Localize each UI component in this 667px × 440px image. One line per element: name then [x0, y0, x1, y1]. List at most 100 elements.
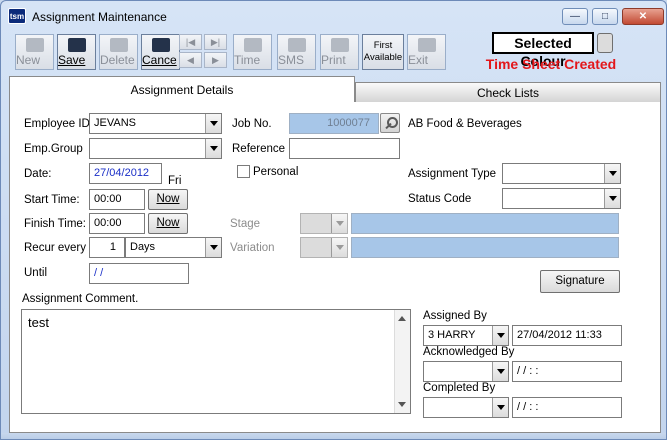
close-button[interactable]: ✕	[622, 8, 664, 25]
comment-label: Assignment Comment.	[22, 293, 139, 305]
start-now-button[interactable]: Now	[148, 189, 188, 210]
status-code-label: Status Code	[408, 193, 472, 205]
stage-dropdown[interactable]	[300, 213, 348, 234]
chevron-down-icon[interactable]	[205, 139, 221, 158]
next-record-icon[interactable]: ▶	[204, 52, 227, 68]
employee-id-label: Employee ID:	[24, 118, 94, 130]
record-navigation: |◀ ▶| ◀ ▶	[179, 34, 229, 70]
exit-button[interactable]: Exit	[407, 34, 446, 70]
scroll-up-icon[interactable]	[398, 316, 406, 321]
chevron-down-icon[interactable]	[331, 214, 347, 233]
acknowledged-by-label: Acknowledged By	[423, 346, 515, 358]
time-button[interactable]: Time	[233, 34, 272, 70]
clock-icon	[243, 38, 262, 52]
reference-label: Reference	[232, 143, 286, 155]
until-input[interactable]: / /	[89, 263, 189, 284]
delete-button[interactable]: Delete	[99, 34, 138, 70]
cancel-label: Cance	[142, 53, 177, 67]
finish-time-input[interactable]: 00:00	[89, 213, 145, 234]
chevron-down-icon[interactable]	[205, 238, 221, 257]
assigned-by-dropdown[interactable]: 3 HARRY	[423, 325, 509, 346]
time-label: Time	[234, 53, 261, 67]
save-label: Save	[58, 53, 86, 67]
emp-group-dropdown[interactable]	[89, 138, 222, 159]
title-bar: tsm Assignment Maintenance — □ ✕	[1, 1, 666, 31]
first-record-icon[interactable]: |◀	[179, 34, 202, 50]
assigned-by-value: 3 HARRY	[428, 329, 476, 341]
chevron-down-icon[interactable]	[492, 362, 508, 381]
stage-label: Stage	[230, 218, 261, 230]
chevron-down-icon[interactable]	[205, 114, 221, 133]
new-button[interactable]: New	[15, 34, 54, 70]
variation-dropdown[interactable]	[300, 237, 348, 258]
emp-group-label: Emp.Group	[24, 143, 83, 155]
save-button[interactable]: Save	[57, 34, 96, 70]
recur-label: Recur every	[24, 242, 86, 254]
selected-colour-button[interactable]: Selected Colour	[492, 32, 594, 69]
save-icon	[67, 38, 86, 52]
assigned-by-label: Assigned By	[423, 310, 487, 322]
print-label: Print	[321, 53, 346, 67]
assignment-type-dropdown[interactable]	[502, 163, 621, 184]
cancel-button[interactable]: Cance	[141, 34, 180, 70]
employee-id-dropdown[interactable]: JEVANS	[89, 113, 222, 134]
sms-button[interactable]: SMS	[277, 34, 316, 70]
comment-scrollbar[interactable]	[394, 310, 410, 413]
first-available-button[interactable]: First Available	[362, 34, 404, 70]
job-lookup-key-icon[interactable]	[380, 113, 400, 133]
first-available-label-top: First	[373, 40, 393, 51]
finish-now-button[interactable]: Now	[148, 213, 188, 234]
personal-checkbox[interactable]	[237, 165, 250, 178]
job-no-label: Job No.	[232, 118, 272, 130]
tab-check-lists[interactable]: Check Lists	[355, 82, 661, 103]
status-code-dropdown[interactable]	[502, 188, 621, 209]
maximize-button[interactable]: □	[592, 8, 618, 25]
new-icon	[25, 38, 44, 52]
chevron-down-icon[interactable]	[331, 238, 347, 257]
undo-icon	[151, 38, 170, 52]
completed-by-dropdown[interactable]	[423, 397, 509, 418]
tab-bar: Assignment Details Check Lists	[9, 76, 661, 103]
recur-count-input[interactable]: 1	[89, 237, 125, 258]
reference-input[interactable]	[289, 138, 400, 159]
start-now-label: Now	[156, 193, 180, 205]
previous-record-icon[interactable]: ◀	[179, 52, 202, 68]
acknowledged-by-dropdown[interactable]	[423, 361, 509, 382]
recur-unit-dropdown[interactable]: Days	[125, 237, 222, 258]
chevron-down-icon[interactable]	[604, 164, 620, 183]
exit-icon	[417, 38, 436, 52]
completed-by-label: Completed By	[423, 382, 496, 394]
personal-label: Personal	[253, 166, 299, 178]
chevron-down-icon[interactable]	[492, 398, 508, 417]
last-record-icon[interactable]: ▶|	[204, 34, 227, 50]
signature-button[interactable]: Signature	[540, 270, 620, 293]
finish-now-label: Now	[156, 217, 180, 229]
tab-assignment-details[interactable]: Assignment Details	[9, 76, 355, 103]
start-time-input[interactable]: 00:00	[89, 189, 145, 210]
assignment-type-label: Assignment Type	[408, 168, 497, 180]
window-title: Assignment Maintenance	[32, 10, 167, 24]
exit-label: Exit	[408, 53, 429, 67]
phone-icon	[287, 38, 306, 52]
minimize-button[interactable]: —	[562, 8, 588, 25]
chevron-down-icon[interactable]	[604, 189, 620, 208]
job-no-input[interactable]: 1000077	[289, 113, 379, 134]
chevron-down-icon[interactable]	[492, 326, 508, 345]
stage-description	[351, 213, 619, 234]
until-label: Until	[24, 267, 48, 279]
date-input[interactable]: 27/04/2012	[89, 163, 162, 184]
scroll-down-icon[interactable]	[398, 402, 406, 407]
acknowledged-at-input[interactable]: / / : :	[512, 361, 622, 382]
completed-at-input[interactable]: / / : :	[512, 397, 622, 418]
comment-textarea[interactable]: test	[21, 309, 411, 414]
customer-name: AB Food & Beverages	[408, 118, 522, 130]
sms-label: SMS	[278, 53, 305, 67]
finish-time-label: Finish Time:	[24, 218, 86, 230]
assignment-details-panel: Employee ID: JEVANS Emp.Group Date: 27/0…	[9, 102, 661, 433]
assigned-at-input[interactable]: 27/04/2012 11:33	[512, 325, 622, 346]
delete-label: Delete	[100, 53, 135, 67]
variation-description	[351, 237, 619, 258]
print-button[interactable]: Print	[320, 34, 359, 70]
colour-swatch[interactable]	[597, 33, 613, 53]
day-label: Fri	[168, 175, 182, 187]
